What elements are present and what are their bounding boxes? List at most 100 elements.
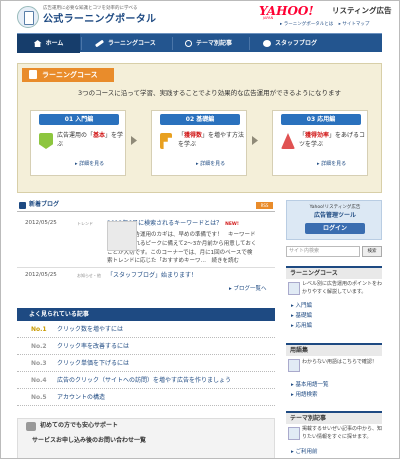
sitemap-link[interactable]: ▸ サイトマップ [339,22,370,27]
ad-tool-title: 広告管理ツール [313,212,356,219]
header-links: ▸ ラーニングポータルとは ▸ サイトマップ [276,22,369,28]
course-card-basic[interactable]: 02 基礎編 「獲得数」を増やす方法を学ぶ ▸ 詳細を見る [151,110,247,176]
arrow-right-icon [252,136,258,145]
ranking-row[interactable]: No.1 クリック数を増やすには [17,322,275,338]
course-detail-link[interactable]: ▸ 詳細を見る [317,161,346,168]
sidebar-course-heading: ラーニングコース [286,266,382,279]
nav-theme-articles[interactable]: テーマ別記事 [185,34,232,53]
nav-divider [172,37,173,50]
site-search-input[interactable]: サイト内検索 [286,246,360,257]
pencil-icon [19,202,26,209]
site-header: 広告運用に必要な知識とコツを効率的に学べる 公式ラーニングポータル YAHOO!… [1,1,399,31]
sidebar-theme-heading: テーマ別記事 [286,411,382,424]
sidebar-link-glossary-list[interactable]: ▸ 基本用語一覧 [291,382,329,389]
divider [17,267,275,268]
rank-number: No.5 [31,394,47,401]
sidebar-link-glossary-search[interactable]: ▸ 用語検索 [291,392,318,399]
popular-articles-heading: よく見られている記事 [17,308,275,321]
blog-item: 2012/05/25 お知らせ・他 「スタッフブログ」始まります！ [17,272,275,284]
nav-theme-articles-label: テーマ別記事 [196,39,233,47]
ranking-row[interactable]: No.2 クリック率を改善するには [17,339,275,355]
course-book-icon [288,282,300,295]
global-nav: ホーム ラーニングコース テーマ別記事 スタッフブログ [17,33,382,53]
course-detail-link[interactable]: ▸ 詳細を見る [75,161,104,168]
book-logo-icon[interactable] [17,6,39,28]
course-card-text: 「獲得効率」をあげるコツを学ぶ [299,132,366,148]
yahoo-japan-label: JAPAN [263,16,274,20]
site-title[interactable]: 公式ラーニングポータル [43,13,156,26]
blog-date: 2012/05/25 [25,220,57,226]
sidebar-glossary-heading: 用語集 [286,343,382,356]
learning-course-heading: ラーニングコース [22,68,114,82]
brand-label: リスティング広告 [332,6,392,15]
sidebar-theme-desc: 掲載するせいぜい記事の中から、知りたい情報をすぐに探せます。 [302,426,383,440]
course-card-text: 「獲得数」を増やす方法を学ぶ [178,132,245,148]
blog-category: お知らせ・他 [77,273,101,278]
home-icon [33,40,42,47]
rank-number: No.1 [31,326,47,333]
pencil-icon [94,39,105,48]
new-badge: NEW! [225,222,239,227]
support-title: 初めての方でも安心サポート [40,422,119,429]
sidebar-glossary-desc: わからない用語はこちらで確認！ [302,359,377,365]
nav-divider [81,37,82,50]
about-link[interactable]: ▸ ラーニングポータルとは [280,22,333,27]
course-detail-link[interactable]: ▸ 詳細を見る [196,161,225,168]
nav-divider [249,37,250,50]
support-subtitle: サービスお申し込み後のお問い合わせ一覧 [32,437,147,444]
speech-bubble-icon [263,40,271,47]
course-card-text: 広告運用の「基本」を学ぶ [57,132,124,148]
nav-learning-course[interactable]: ラーニングコース [94,34,156,53]
support-icon [26,422,36,431]
ranking-row[interactable]: No.5 アカウントの構造 [17,390,275,406]
arrow-right-icon [131,136,137,145]
nav-home-label: ホーム [45,39,64,47]
new-blog-heading-bar: 新着ブログ RSS [17,200,275,212]
blog-thumbnail [107,221,137,251]
rank-article-link[interactable]: 広告のクリック（サイトへの訪問）を増やす広告を作りましょう [57,377,231,385]
blog-title-link[interactable]: 「スタッフブログ」始まります！ [107,272,197,280]
course-card-heading: 01 入門編 [39,114,119,125]
sidebar-link-before-use[interactable]: ▸ ご利用前 [291,449,318,456]
course-card-heading: 02 基礎編 [160,114,240,125]
support-panel: 初めての方でも安心サポート サービスお申し込み後のお問い合わせ一覧 [17,418,275,458]
beginner-leaf-icon [39,133,53,149]
learning-course-intro: 3つのコースに沿って学習、実践することでより効果的な広告運用ができるようになりま… [78,89,342,97]
magnifier-icon [288,427,300,440]
page: 広告運用に必要な知識とコツを効率的に学べる 公式ラーニングポータル YAHOO!… [0,0,400,459]
rss-button[interactable]: RSS [256,202,273,209]
blog-list-link[interactable]: ▸ ブログ一覧へ [229,286,267,293]
blog-date: 2012/05/25 [25,272,57,278]
site-tagline: 広告運用に必要な知識とコツを効率的に学べる [43,6,138,11]
dictionary-icon [288,359,300,372]
blog-category: トレンド [77,221,93,226]
blog-item: 2012/05/25 トレンド 2012年6月に検索されるキーワードとは？ NEW… [17,220,275,266]
mountain-icon [281,133,295,149]
nav-staff-blog-label: スタッフブログ [275,39,318,47]
rank-article-link[interactable]: クリック単価を下げるには [57,360,129,368]
ad-tool-box: Yahoo!リスティング広告 広告管理ツール ログイン [286,200,382,240]
rank-article-link[interactable]: アカウントの構造 [57,394,105,402]
login-button[interactable]: ログイン [305,223,365,234]
sidebar-link-advanced[interactable]: ▸ 応用編 [291,323,312,330]
rank-number: No.3 [31,360,47,367]
search-icon [185,40,192,47]
nav-staff-blog[interactable]: スタッフブログ [263,34,317,53]
course-card-advanced[interactable]: 03 応用編 「獲得効率」をあげるコツを学ぶ ▸ 詳細を見る [272,110,368,176]
course-card-beginner[interactable]: 01 入門編 広告運用の「基本」を学ぶ ▸ 詳細を見る [30,110,126,176]
rank-article-link[interactable]: クリック率を改善するには [57,343,129,351]
ad-tool-caption: Yahoo!リスティング広告 [309,205,361,210]
new-blog-heading: 新着ブログ [29,201,60,208]
ranking-row[interactable]: No.4 広告のクリック（サイトへの訪問）を増やす広告を作りましょう [17,373,275,389]
learning-course-panel: ラーニングコース 3つのコースに沿って学習、実践することでより効果的な広告運用が… [17,63,382,193]
rank-article-link[interactable]: クリック数を増やすには [57,326,123,334]
sidebar-course-desc: レベル別に広告運用のポイントをわかりやすく解説しています。 [302,281,383,295]
rank-number: No.2 [31,343,47,350]
course-card-heading: 03 応用編 [281,114,361,125]
staircase-icon [160,133,172,149]
nav-home[interactable]: ホーム [17,34,80,53]
ranking-row[interactable]: No.3 クリック単価を下げるには [17,356,275,372]
sidebar-link-beginner[interactable]: ▸ 入門編 [291,303,312,310]
search-button[interactable]: 検索 [362,246,382,257]
sidebar-link-basic[interactable]: ▸ 基礎編 [291,313,312,320]
